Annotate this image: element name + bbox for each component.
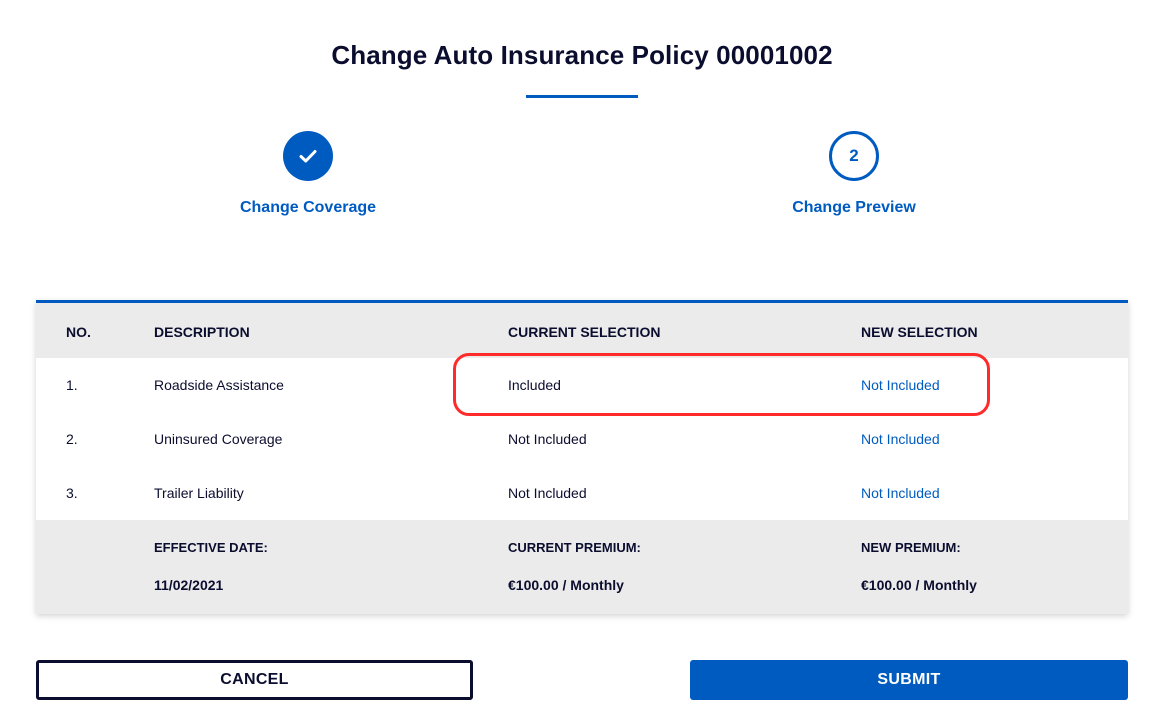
header-description: DESCRIPTION [154,324,250,340]
table-row: 1. Roadside Assistance Included Not Incl… [36,358,1128,412]
row-number: 3. [66,485,78,501]
effective-date-value: 11/02/2021 [154,577,224,593]
row-description: Uninsured Coverage [154,431,283,447]
new-premium-value: €100.00 / Monthly [861,577,977,593]
current-premium-label: CURRENT PREMIUM: [508,540,641,555]
row-new-selection: Not Included [861,377,940,393]
step-change-preview[interactable]: 2 Change Preview [724,131,984,217]
row-description: Roadside Assistance [154,377,284,393]
table-row: 2. Uninsured Coverage Not Included Not I… [36,412,1128,466]
header-new-selection: NEW SELECTION [861,324,978,340]
row-description: Trailer Liability [154,485,244,501]
row-current-selection: Not Included [508,485,587,501]
table-header: NO. DESCRIPTION CURRENT SELECTION NEW SE… [36,303,1128,358]
step-2-circle: 2 [829,131,879,181]
new-premium-label: NEW PREMIUM: [861,540,961,555]
premium-summary: EFFECTIVE DATE: 11/02/2021 CURRENT PREMI… [36,520,1128,614]
step-1-circle [283,131,333,181]
step-change-coverage[interactable]: Change Coverage [178,131,438,217]
change-summary-table: NO. DESCRIPTION CURRENT SELECTION NEW SE… [36,300,1128,614]
page-title: Change Auto Insurance Policy 00001002 [331,40,833,70]
row-new-selection: Not Included [861,485,940,501]
step-1-label: Change Coverage [239,199,377,216]
effective-date-label: EFFECTIVE DATE: [154,540,268,555]
row-current-selection: Included [508,377,561,393]
cancel-button[interactable]: CANCEL [36,660,473,700]
row-current-selection: Not Included [508,431,587,447]
row-number: 1. [66,377,78,393]
table-row: 3. Trailer Liability Not Included Not In… [36,466,1128,520]
row-number: 2. [66,431,78,447]
step-2-number: 2 [849,146,859,165]
current-premium-value: €100.00 / Monthly [508,577,624,593]
header-current-selection: CURRENT SELECTION [508,324,661,340]
title-underline [526,95,638,98]
step-2-label: Change Preview [792,199,916,216]
submit-button[interactable]: SUBMIT [690,660,1128,700]
row-new-selection: Not Included [861,431,940,447]
check-icon [299,150,317,163]
header-no: NO. [66,324,91,340]
